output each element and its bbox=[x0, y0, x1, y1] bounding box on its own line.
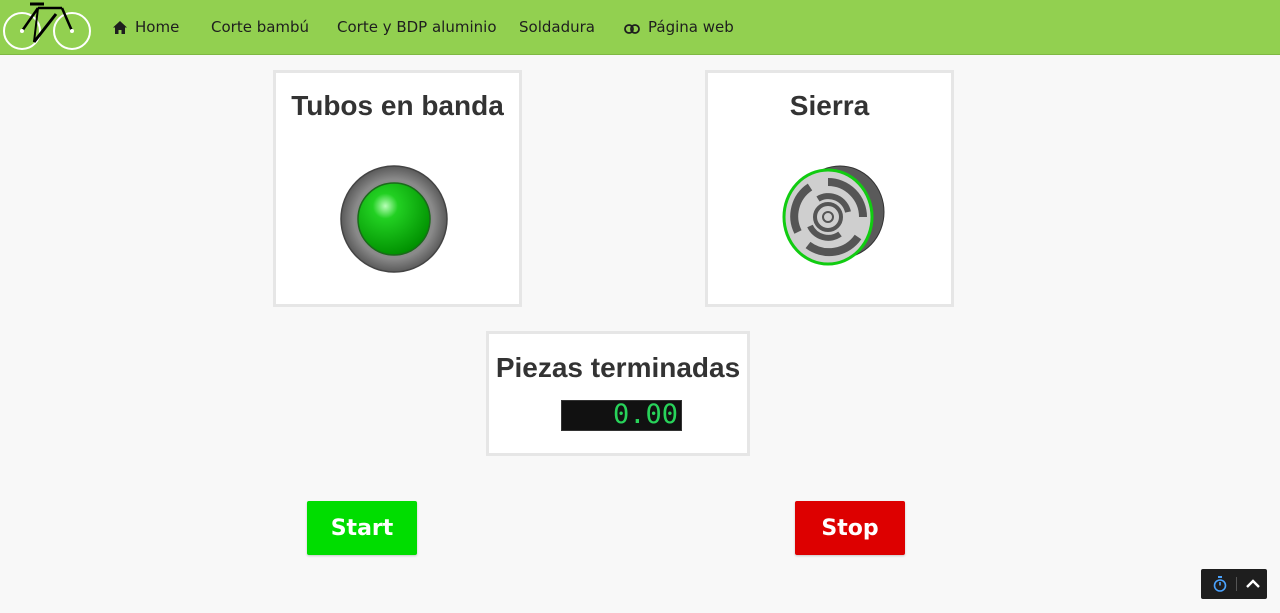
saw-panel-title: Sierra bbox=[789, 90, 870, 121]
tubes-panel: Tubos en banda bbox=[273, 70, 522, 307]
saw-blade-icon bbox=[782, 165, 885, 266]
pieces-panel: Piezas terminadas 0.00 bbox=[486, 331, 750, 456]
nav-soldadura[interactable]: Soldadura bbox=[519, 0, 595, 54]
timer-icon bbox=[1213, 576, 1227, 592]
nav-corte-bambu-label: Corte bambú bbox=[211, 18, 310, 36]
nav-soldadura-label: Soldadura bbox=[519, 18, 595, 36]
tubes-panel-title: Tubos en banda bbox=[291, 90, 504, 121]
nav-pagina-web-label: Página web bbox=[648, 18, 734, 36]
saw-panel: Sierra bbox=[705, 70, 954, 307]
top-navbar: Home Corte bambú Corte y BDP aluminio So… bbox=[0, 0, 1280, 55]
nav-corte-bambu[interactable]: Corte bambú bbox=[211, 0, 309, 54]
start-button[interactable]: Start bbox=[307, 501, 417, 555]
tubes-status-indicator bbox=[340, 165, 448, 273]
stop-button[interactable]: Stop bbox=[795, 501, 905, 555]
nav-pagina-web[interactable]: Página web bbox=[624, 0, 734, 54]
pieces-counter-display: 0.00 bbox=[561, 400, 682, 431]
pieces-panel-title: Piezas terminadas bbox=[495, 352, 741, 383]
floating-toolbar bbox=[1201, 569, 1267, 599]
nav-home-label: Home bbox=[135, 18, 180, 36]
nav-corte-bdp-aluminio-label: Corte y BDP aluminio bbox=[337, 18, 497, 36]
nav-home[interactable]: Home bbox=[113, 0, 179, 54]
home-icon bbox=[113, 21, 127, 34]
nav-corte-bdp-aluminio[interactable]: Corte y BDP aluminio bbox=[337, 0, 497, 54]
chevron-up-icon bbox=[1246, 579, 1260, 588]
timer-button[interactable] bbox=[1204, 569, 1236, 599]
bicycle-logo[interactable] bbox=[0, 0, 94, 54]
scroll-top-button[interactable] bbox=[1237, 569, 1269, 599]
link-icon bbox=[624, 24, 640, 34]
